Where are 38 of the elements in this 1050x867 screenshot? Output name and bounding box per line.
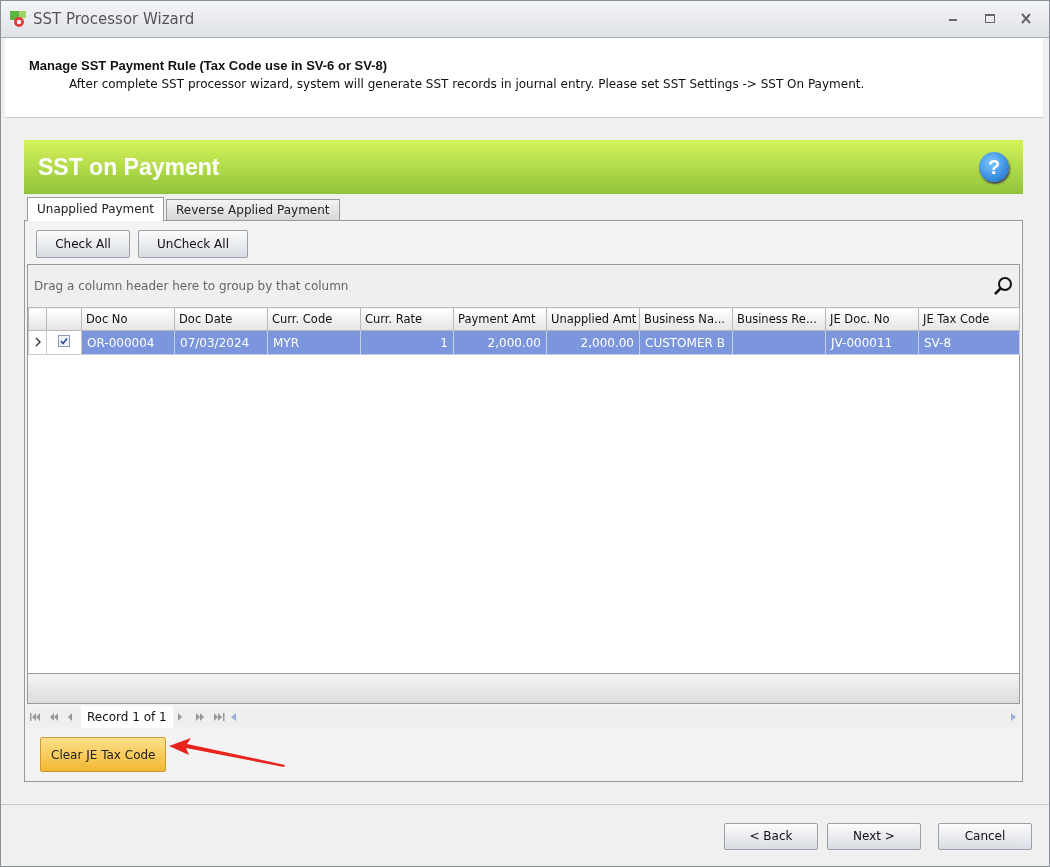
row-checkbox[interactable] — [58, 335, 70, 347]
page-title: Manage SST Payment Rule (Tax Code use in SV-6 or SV-8) — [29, 58, 389, 73]
column-header[interactable]: JE Tax Code — [918, 307, 1020, 331]
tab[interactable]: Reverse Applied Payment — [166, 199, 340, 220]
column-header[interactable]: Doc No — [81, 307, 175, 331]
uncheck-all-button[interactable]: UnCheck All — [138, 230, 248, 258]
next-button[interactable]: Next > — [827, 822, 921, 850]
column-header[interactable]: Curr. Code — [267, 307, 361, 331]
column-header[interactable]: Unapplied Amt — [546, 307, 640, 331]
table-cell: CUSTOMER B — [645, 335, 725, 350]
banner-title: SST on Payment — [38, 153, 221, 181]
table-cell: SV-8 — [924, 335, 952, 350]
header-cell — [28, 307, 47, 331]
column-header[interactable]: JE Doc. No — [825, 307, 919, 331]
table-cell: 2,000.00 — [580, 335, 634, 350]
check-all-button[interactable]: Check All — [36, 230, 130, 258]
table-cell: MYR — [273, 335, 300, 350]
table-cell: OR-000004 — [87, 335, 155, 350]
column-header[interactable]: Payment Amt — [453, 307, 547, 331]
column-header[interactable]: Business Na... — [639, 307, 733, 331]
cancel-button[interactable]: Cancel — [938, 822, 1032, 850]
table-cell: JV-000011 — [831, 335, 893, 350]
header-cell — [46, 307, 82, 331]
app-logo-icon — [9, 10, 27, 28]
back-button[interactable]: < Back — [724, 822, 818, 850]
record-counter: Record 1 of 1 — [81, 706, 173, 729]
table-cell: 07/03/2024 — [180, 335, 250, 350]
tab[interactable]: Unapplied Payment — [27, 197, 164, 221]
window-title: SST Processor Wizard — [33, 10, 195, 28]
table-cell: 1 — [440, 335, 448, 350]
column-header[interactable]: Doc Date — [174, 307, 268, 331]
group-hint: Drag a column header here to group by that column — [34, 279, 350, 293]
column-header[interactable]: Curr. Rate — [360, 307, 454, 331]
search-icon[interactable] — [993, 276, 1013, 296]
column-header[interactable]: Business Re... — [732, 307, 826, 331]
table-cell: 2,000.00 — [487, 335, 541, 350]
page-description: After complete SST processor wizard, system will generate SST records in journal entry. Please set SST Settings -> SST On Payment. — [69, 77, 866, 91]
clear-je-tax-code-button[interactable]: Clear JE Tax Code — [40, 737, 167, 773]
